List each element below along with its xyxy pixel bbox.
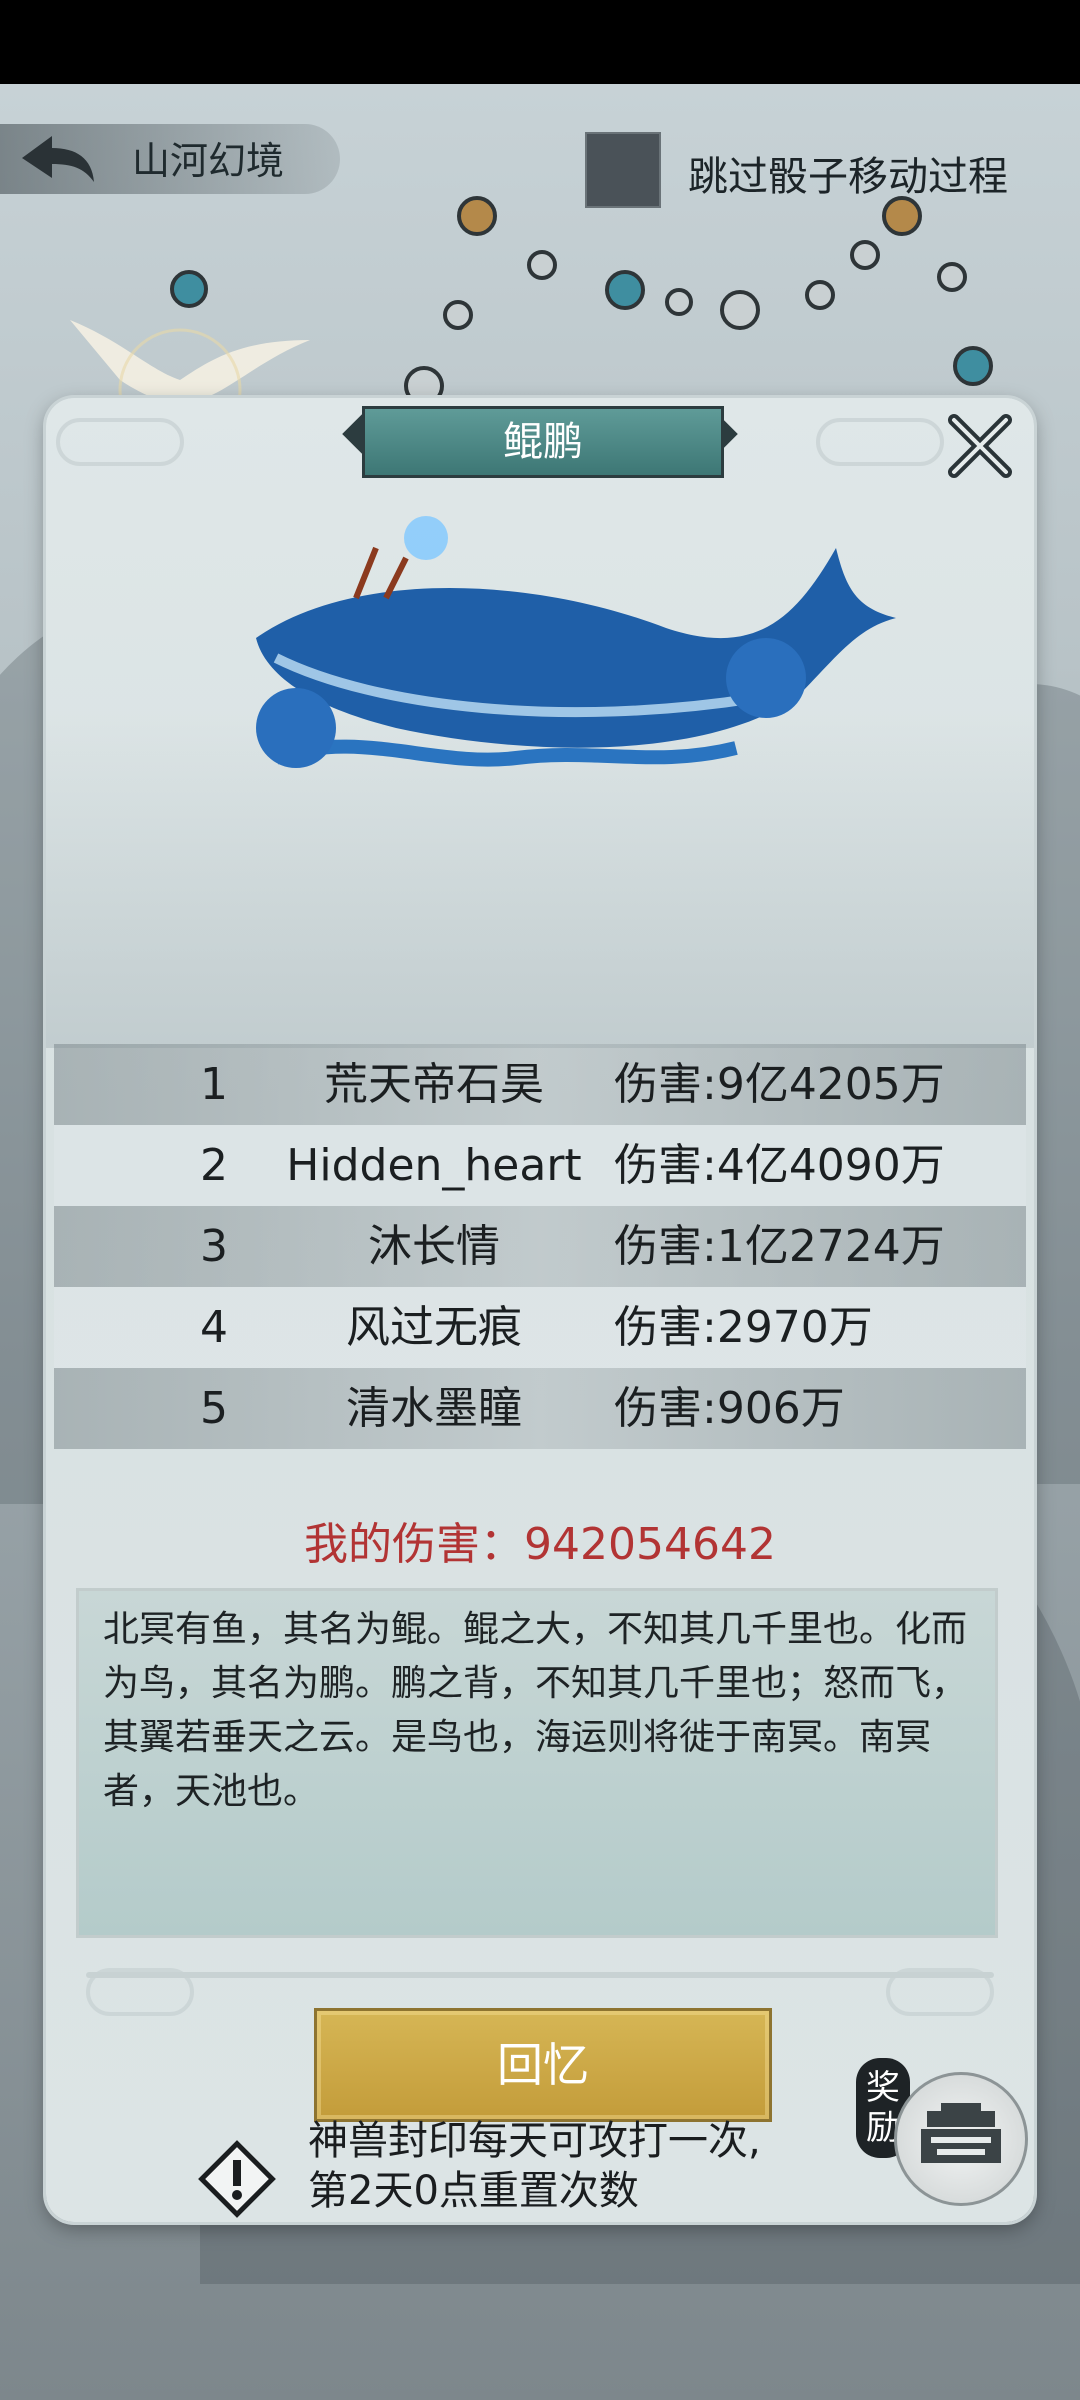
lore-text: 北冥有鱼，其名为鲲。鲲之大，不知其几千里也。化而为鸟，其名为鹏。鹏之背，不知其几…: [76, 1588, 998, 1938]
damage-value: 伤害:9亿4205万: [614, 1059, 945, 1110]
divider: [86, 1972, 994, 1978]
board-node[interactable]: [457, 196, 497, 236]
table-row: 1 荒天帝石昊 伤害:9亿4205万: [54, 1044, 1026, 1125]
board-node[interactable]: [882, 196, 922, 236]
board-node[interactable]: [443, 300, 473, 330]
damage-value: 伤害:2970万: [614, 1302, 873, 1353]
recall-button[interactable]: 回忆: [314, 2008, 772, 2122]
attack-notice: 神兽封印每天可攻打一次, 第2天0点重置次数: [308, 2116, 761, 2216]
damage-value: 伤害:1亿2724万: [614, 1221, 945, 1272]
table-row: 3 沐长情 伤害:1亿2724万: [54, 1206, 1026, 1287]
warning-icon: [198, 2140, 276, 2218]
rank-number: 1: [200, 1059, 228, 1110]
beast-panel: 鲲鹏 1 荒天帝石昊 伤害:9亿4205万 2 Hidden_heart 伤害:…: [46, 398, 1034, 2222]
player-name: Hidden_heart: [286, 1140, 582, 1191]
board-node[interactable]: [720, 290, 760, 330]
damage-value: 伤害:4亿4090万: [614, 1140, 945, 1191]
rank-number: 2: [200, 1140, 228, 1191]
player-name: 风过无痕: [346, 1302, 522, 1353]
board-node[interactable]: [605, 270, 645, 310]
rank-number: 4: [200, 1302, 228, 1353]
status-bar: [0, 0, 1080, 84]
notice-line: 神兽封印每天可攻打一次,: [308, 2118, 761, 2164]
scene-title: 山河幻境: [132, 139, 285, 183]
damage-ranking-table: 1 荒天帝石昊 伤害:9亿4205万 2 Hidden_heart 伤害:4亿4…: [54, 1044, 1026, 1449]
beast-illustration: [46, 488, 1034, 1048]
back-arrow-icon: [22, 136, 94, 182]
notice-line: 第2天0点重置次数: [308, 2168, 639, 2214]
board-node[interactable]: [937, 262, 967, 292]
top-bar: 山河幻境 跳过骰子移动过程: [0, 84, 1080, 208]
panel-title: 鲲鹏: [362, 406, 724, 478]
board-node[interactable]: [953, 346, 993, 386]
rank-number: 3: [200, 1221, 228, 1272]
table-row: 5 清水墨瞳 伤害:906万: [54, 1368, 1026, 1449]
skip-dice-label: 跳过骰子移动过程: [688, 154, 1008, 200]
my-damage: 我的伤害：942054642: [46, 1508, 1034, 1572]
my-damage-value: 942054642: [524, 1519, 776, 1570]
board-node[interactable]: [805, 280, 835, 310]
player-name: 清水墨瞳: [346, 1383, 522, 1434]
board-node[interactable]: [665, 288, 693, 316]
close-icon[interactable]: [940, 408, 1020, 488]
board-node[interactable]: [850, 240, 880, 270]
player-name: 荒天帝石昊: [324, 1059, 544, 1110]
rank-number: 5: [200, 1383, 228, 1434]
board-node[interactable]: [527, 250, 557, 280]
whale-icon: [256, 516, 896, 768]
skip-dice-checkbox[interactable]: [585, 132, 661, 208]
reward-chest-icon: [921, 2103, 1001, 2163]
table-row: 2 Hidden_heart 伤害:4亿4090万: [54, 1125, 1026, 1206]
table-row: 4 风过无痕 伤害:2970万: [54, 1287, 1026, 1368]
my-damage-label: 我的伤害：: [304, 1519, 525, 1570]
damage-value: 伤害:906万: [614, 1383, 845, 1434]
player-name: 沐长情: [368, 1221, 500, 1272]
reward-button[interactable]: [894, 2072, 1028, 2206]
